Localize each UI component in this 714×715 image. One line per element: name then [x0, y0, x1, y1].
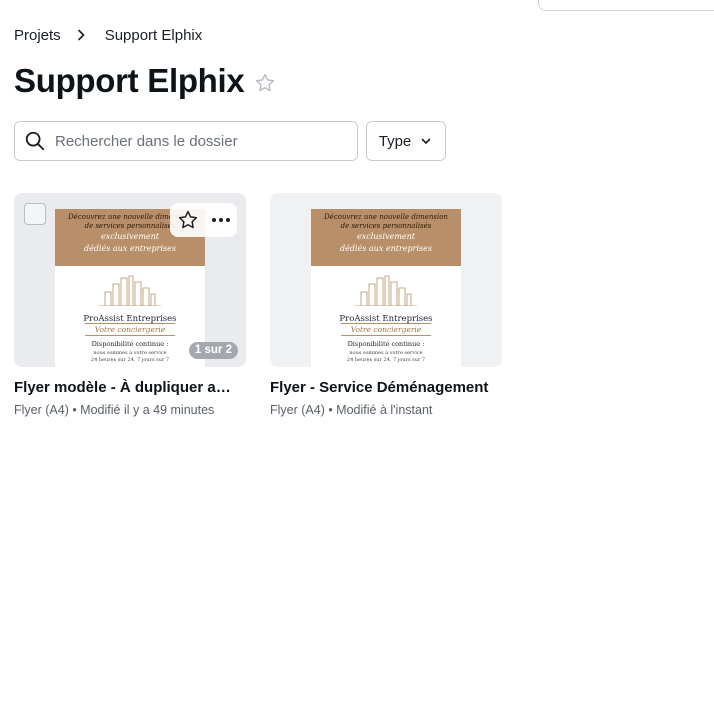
star-icon[interactable] [177, 209, 199, 231]
flyer-tagline: Votre conciergerie [350, 325, 422, 334]
flyer-small-text: 24 heures sur 24, 7 jours sur 7 [90, 357, 170, 363]
search-icon [24, 130, 46, 152]
design-title[interactable]: Flyer modèle - À dupliquer ava… [14, 379, 234, 396]
flyer-text: dédiés aux entreprises [83, 244, 176, 253]
flyer-logo-area: ProAssist Entreprises Votre conciergerie… [311, 266, 461, 367]
flyer-availability: Disponibilité continue : [347, 340, 425, 348]
search-input[interactable] [55, 132, 335, 150]
page-title: Support Elphix [14, 62, 245, 99]
building-logo-icon [355, 275, 417, 306]
select-checkbox[interactable] [24, 203, 46, 225]
type-filter-button[interactable]: Type [366, 121, 446, 161]
flyer-text: de services personnalisés [340, 222, 432, 230]
chevron-down-icon [419, 134, 433, 148]
design-meta: Flyer (A4) • Modifié à l'instant [270, 403, 433, 417]
more-options-icon[interactable] [210, 209, 232, 231]
flyer-text: Découvrez une nouvelle dimension [324, 213, 448, 221]
breadcrumb-current: Support Elphix [104, 26, 203, 44]
design-thumbnail[interactable]: Découvrez une nouvelle dimension de serv… [14, 193, 246, 367]
chevron-right-icon [71, 25, 91, 45]
title-row: Support Elphix [14, 62, 276, 100]
flyer-logo-area: ProAssist Entreprises Votre conciergerie… [55, 266, 205, 367]
breadcrumb-root-link[interactable]: Projets [14, 27, 61, 44]
type-filter-label: Type [378, 132, 412, 150]
design-title[interactable]: Flyer - Service Déménagement [270, 379, 490, 396]
flyer-divider [85, 335, 175, 336]
design-card[interactable]: Découvrez une nouvelle dimension de serv… [270, 193, 502, 417]
page-count-badge: 1 sur 2 [188, 342, 238, 359]
search-box[interactable] [14, 121, 358, 161]
flyer-small-text: 24 heures sur 24, 7 jours sur 7 [346, 357, 426, 363]
star-icon[interactable] [254, 72, 276, 94]
design-thumbnail[interactable]: Découvrez une nouvelle dimension de serv… [270, 193, 502, 367]
design-card[interactable]: Découvrez une nouvelle dimension de serv… [14, 193, 246, 417]
flyer-brand: ProAssist Entreprises [339, 314, 433, 324]
flyer-text: exclusivement [356, 232, 416, 241]
top-right-box[interactable] [538, 0, 714, 11]
flyer-availability: Disponibilité continue : [91, 340, 169, 348]
design-meta: Flyer (A4) • Modifié il y a 49 minutes [14, 403, 215, 417]
flyer-preview: Découvrez une nouvelle dimension de serv… [311, 209, 461, 367]
flyer-divider [341, 335, 431, 336]
building-logo-icon [99, 275, 161, 306]
flyer-small-text: nous sommes à votre service [349, 350, 423, 356]
breadcrumb: Projets Support Elphix [14, 25, 202, 45]
flyer-brand: ProAssist Entreprises [83, 314, 177, 324]
flyer-header-band: Découvrez une nouvelle dimension de serv… [311, 209, 461, 266]
flyer-tagline: Votre conciergerie [94, 325, 166, 334]
card-actions [170, 203, 237, 237]
flyer-text: dédiés aux entreprises [339, 244, 432, 253]
flyer-small-text: nous sommes à votre service [93, 350, 167, 356]
